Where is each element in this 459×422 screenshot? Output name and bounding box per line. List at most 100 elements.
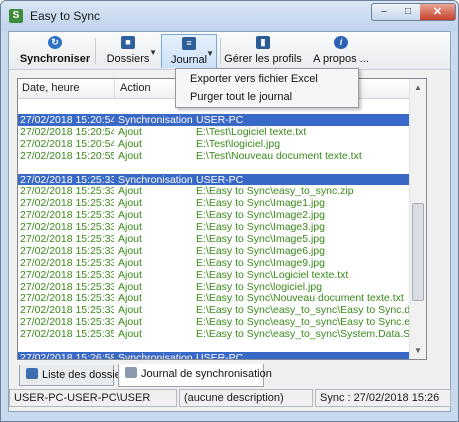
tab-sync-journal[interactable]: Journal de synchronisation: [118, 364, 272, 387]
log-entry-row[interactable]: 27/02/2018 15:25:33 Ajout E:\Easy to Sync\…: [18, 269, 410, 281]
manage-profiles-label: Gérer les profils: [224, 53, 302, 65]
folders-button[interactable]: ■ Dossiers ▼: [97, 34, 159, 68]
log-entry-row[interactable]: 27/02/2018 15:25:33 Ajout E:\Easy to Sync\…: [18, 281, 410, 293]
column-header-action[interactable]: Action: [120, 82, 151, 94]
scroll-down-arrow-icon[interactable]: ▼: [410, 342, 426, 359]
log-detail-cell: E:\Easy to Sync\Image6.jpg: [196, 244, 325, 257]
log-action-cell: Ajout: [118, 256, 142, 269]
maximize-button[interactable]: □: [396, 3, 421, 21]
log-detail-cell: E:\Test\Nouveau document texte.txt: [196, 149, 362, 162]
log-action-cell: Ajout: [118, 185, 142, 198]
title-bar: S Easy to Sync – □ ✕: [1, 1, 458, 31]
log-detail-cell: E:\Easy to Sync\easy_to_sync.zip: [196, 185, 354, 198]
log-entry-row[interactable]: 27/02/2018 15:25:33 Ajout E:\Easy to Sync\…: [18, 233, 410, 245]
manage-profiles-button[interactable]: ▮ Gérer les profils: [223, 34, 303, 68]
status-bar: USER-PC-USER-PC\USER (aucune description…: [9, 389, 451, 407]
row-spacer: [18, 340, 410, 352]
minimize-button[interactable]: –: [371, 3, 397, 21]
log-entry-row[interactable]: 27/02/2018 15:25:33 Ajout E:\Easy to Sync\…: [18, 185, 410, 197]
log-action-cell: Ajout: [118, 221, 142, 234]
log-detail-cell: USER-PC: [196, 352, 244, 360]
about-label: A propos ...: [313, 53, 369, 65]
sync-session-row[interactable]: 27/02/2018 15:20:54 Synchronisation USER-P…: [18, 114, 410, 126]
tab-folder-list[interactable]: Liste des dossiers: [19, 365, 130, 386]
log-date-cell: 27/02/2018 15:20:54: [20, 114, 114, 126]
log-detail-cell: E:\Test\logiciel.jpg: [196, 137, 281, 150]
journal-button[interactable]: ≡ Journal ▼: [161, 34, 217, 68]
log-entry-row[interactable]: 27/02/2018 15:20:54 Ajout E:\Test\Logiciel…: [18, 126, 410, 138]
log-action-cell: Ajout: [118, 209, 142, 222]
log-entry-row[interactable]: 27/02/2018 15:25:33 Ajout E:\Easy to Sync\…: [18, 197, 410, 209]
log-action-cell: Synchronisation: [118, 114, 193, 126]
log-entry-row[interactable]: 27/02/2018 15:25:33 Ajout E:\Easy to Sync\…: [18, 257, 410, 269]
chevron-down-icon[interactable]: ▼: [206, 49, 214, 58]
bottom-tabs: Liste des dossiers Journal de synchronis…: [15, 364, 445, 387]
log-entry-row[interactable]: 27/02/2018 15:25:33 Ajout E:\Easy to Sync\…: [18, 316, 410, 328]
chevron-down-icon[interactable]: ▼: [149, 48, 157, 57]
log-entry-row[interactable]: 27/02/2018 15:25:33 Ajout E:\Easy to Sync\…: [18, 304, 410, 316]
main-window: S Easy to Sync – □ ✕ ↻ Synchroniser ■ Do…: [0, 0, 459, 422]
log-detail-cell: E:\Easy to Sync\easy_to_sync\Easy to Syn…: [196, 316, 410, 329]
log-detail-cell: E:\Easy to Sync\easy_to_sync\Easy to Syn…: [196, 304, 410, 317]
log-date-cell: 27/02/2018 15:25:33: [20, 185, 114, 198]
log-action-cell: Synchronisation: [118, 173, 193, 186]
log-action-cell: Ajout: [118, 268, 142, 281]
synchronize-button[interactable]: ↻ Synchroniser: [19, 34, 91, 68]
log-date-cell: 27/02/2018 15:25:33: [20, 233, 114, 246]
journal-dropdown-menu: Exporter vers fichier Excel Purger tout …: [175, 68, 359, 108]
log-entry-row[interactable]: 27/02/2018 15:20:55 Ajout E:\Test\Nouveau …: [18, 150, 410, 162]
log-date-cell: 27/02/2018 15:25:33: [20, 197, 114, 210]
log-date-cell: 27/02/2018 15:25:33: [20, 280, 114, 293]
tab-sync-journal-label: Journal de synchronisation: [141, 368, 272, 380]
toolbar-separator: [95, 38, 96, 64]
vertical-scrollbar[interactable]: ▲ ▼: [409, 79, 426, 359]
log-action-cell: Ajout: [118, 244, 142, 257]
log-action-cell: Ajout: [118, 125, 142, 138]
journal-tab-icon: [125, 367, 137, 378]
log-rows: 27/02/2018 15:20:54 Synchronisation USER-P…: [18, 102, 410, 360]
status-user: USER-PC-USER-PC\USER: [9, 389, 177, 407]
log-entry-row[interactable]: 27/02/2018 15:25:35 Ajout E:\Easy to Sync\…: [18, 328, 410, 340]
log-detail-cell: E:\Easy to Sync\Image5.jpg: [196, 233, 325, 246]
log-action-cell: Ajout: [118, 292, 142, 305]
log-detail-cell: E:\Easy to Sync\Logiciel texte.txt: [196, 268, 349, 281]
log-entry-row[interactable]: 27/02/2018 15:25:33 Ajout E:\Easy to Sync\…: [18, 221, 410, 233]
sync-log-list[interactable]: Date, heure Action 27/02/2018 15:20:54 Sy…: [17, 78, 427, 360]
column-divider[interactable]: [114, 79, 115, 98]
log-action-cell: Ajout: [118, 233, 142, 246]
log-date-cell: 27/02/2018 15:25:35: [20, 328, 114, 341]
sync-session-row[interactable]: 27/02/2018 15:25:33 Synchronisation USER-P…: [18, 173, 410, 186]
log-entry-row[interactable]: 27/02/2018 15:25:33 Ajout E:\Easy to Sync\…: [18, 209, 410, 221]
log-date-cell: 27/02/2018 15:25:33: [20, 304, 114, 317]
log-date-cell: 27/02/2018 15:25:33: [20, 221, 114, 234]
journal-icon: ≡: [182, 37, 196, 50]
log-action-cell: Synchronisation: [118, 352, 193, 360]
log-detail-cell: USER-PC: [196, 173, 244, 186]
log-action-cell: Ajout: [118, 304, 142, 317]
toolbar: ↻ Synchroniser ■ Dossiers ▼ ≡ Journal ▼ …: [9, 32, 450, 70]
toolbar-separator: [220, 38, 221, 64]
log-detail-cell: E:\Easy to Sync\Image2.jpg: [196, 209, 325, 222]
app-icon: S: [9, 9, 23, 23]
log-action-cell: Ajout: [118, 280, 142, 293]
about-button[interactable]: i A propos ...: [307, 34, 375, 68]
log-detail-cell: E:\Easy to Sync\easy_to_sync\System.Data…: [196, 328, 410, 341]
menu-item-purge-journal[interactable]: Purger tout le journal: [190, 91, 292, 103]
scroll-up-arrow-icon[interactable]: ▲: [410, 79, 426, 96]
log-date-cell: 27/02/2018 15:25:33: [20, 292, 114, 305]
log-entry-row[interactable]: 27/02/2018 15:25:33 Ajout E:\Easy to Sync\…: [18, 292, 410, 304]
log-date-cell: 27/02/2018 15:20:55: [20, 149, 114, 162]
sync-session-row[interactable]: 27/02/2018 15:26:58 Synchronisation USER-P…: [18, 352, 410, 360]
log-date-cell: 27/02/2018 15:25:33: [20, 173, 114, 186]
menu-item-export-excel[interactable]: Exporter vers fichier Excel: [190, 73, 318, 85]
close-button[interactable]: ✕: [420, 3, 456, 21]
log-entry-row[interactable]: 27/02/2018 15:25:33 Ajout E:\Easy to Sync\…: [18, 245, 410, 257]
scrollbar-thumb[interactable]: [412, 203, 424, 301]
column-header-date[interactable]: Date, heure: [22, 82, 79, 94]
log-date-cell: 27/02/2018 15:25:33: [20, 244, 114, 257]
log-detail-cell: E:\Easy to Sync\Image3.jpg: [196, 221, 325, 234]
log-entry-row[interactable]: 27/02/2018 15:20:54 Ajout E:\Test\logiciel…: [18, 138, 410, 150]
log-detail-cell: E:\Easy to Sync\logiciel.jpg: [196, 280, 323, 293]
profiles-icon: ▮: [256, 36, 270, 49]
status-last-sync: Sync : 27/02/2018 15:26: [315, 389, 451, 407]
